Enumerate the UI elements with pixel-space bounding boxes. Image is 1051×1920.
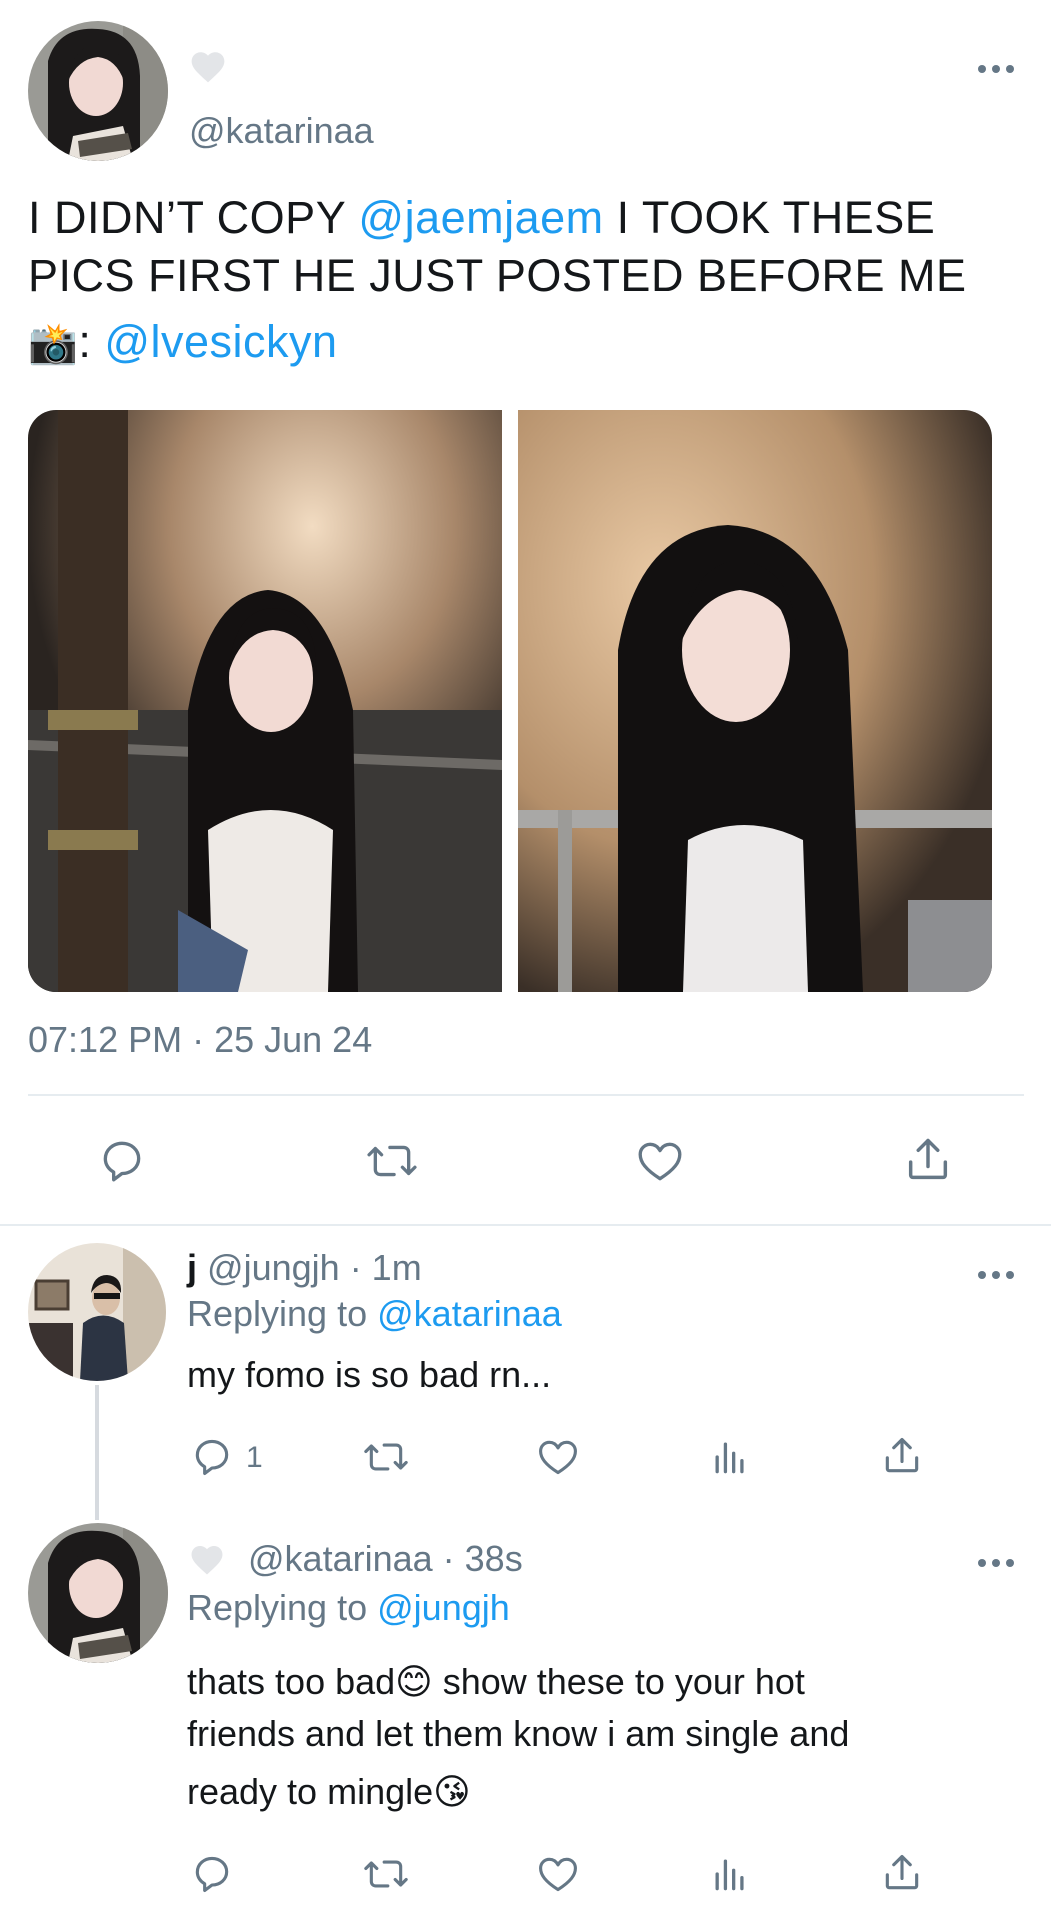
reply2-text-1a: thats too bad xyxy=(187,1661,396,1702)
replying-mention[interactable]: @katarinaa xyxy=(377,1293,562,1334)
camera-flash-emoji: 📸 xyxy=(28,322,79,366)
reply1-share-icon[interactable] xyxy=(880,1433,924,1479)
reply1-analytics-icon[interactable] xyxy=(708,1435,752,1479)
main-handle[interactable]: @katarinaa xyxy=(189,109,374,153)
mention-lvesickyn[interactable]: @lvesickyn xyxy=(104,316,337,367)
more-icon[interactable] xyxy=(976,54,1016,74)
reply2-heart-badge-icon xyxy=(188,1542,226,1576)
main-divider xyxy=(28,1094,1024,1096)
replying-prefix: Replying to xyxy=(187,1587,368,1628)
main-timestamp: 07:12 PM · 25 Jun 24 xyxy=(28,1019,373,1060)
main-tweet-text: I DIDN’T COPY @jaemjaem I TOOK THESE PIC… xyxy=(28,189,1028,305)
main-avatar[interactable] xyxy=(28,21,168,161)
reply1-display-name[interactable]: j xyxy=(187,1247,197,1288)
reply2-header: @katarinaa · 38s xyxy=(248,1537,523,1581)
reply1-time: · 1m xyxy=(349,1247,422,1288)
reply1-like-icon[interactable] xyxy=(536,1435,580,1479)
reply-icon[interactable] xyxy=(96,1136,148,1186)
like-icon[interactable] xyxy=(634,1136,686,1186)
tweet-photo-1[interactable] xyxy=(28,410,502,992)
kiss-emoji: 😘 xyxy=(433,1771,471,1812)
reply2-text-3: ready to mingle xyxy=(187,1771,434,1812)
credit-colon: : xyxy=(78,316,92,367)
reply1-avatar[interactable] xyxy=(28,1243,166,1381)
reply2-text-1b: show these to your hot xyxy=(432,1661,805,1702)
reply2-text: thats too bad😊 show these to your hot fr… xyxy=(187,1656,1037,1818)
tweet-photo-2[interactable] xyxy=(518,410,992,992)
reply2-share-icon[interactable] xyxy=(880,1850,924,1896)
tweet-text-part1: I DIDN’T COPY xyxy=(28,192,359,243)
reply1-text: my fomo is so bad rn... xyxy=(187,1354,552,1395)
smile-emoji: 😊 xyxy=(395,1661,433,1702)
share-icon[interactable] xyxy=(902,1134,954,1186)
reply1-header: j @jungjh · 1m xyxy=(187,1246,422,1290)
reply2-analytics-icon[interactable] xyxy=(708,1852,752,1896)
reply2-line3: ready to mingle😘 xyxy=(187,1766,1037,1818)
section-divider xyxy=(0,1224,1051,1226)
reply2-more-icon[interactable] xyxy=(976,1548,1016,1568)
thread-line xyxy=(95,1385,99,1520)
reply1-replying-to: Replying to @katarinaa xyxy=(187,1292,562,1336)
mention-jaemjaem[interactable]: @jaemjaem xyxy=(358,192,603,243)
reply2-time: · 38s xyxy=(442,1538,523,1579)
reply1-handle[interactable]: @jungjh xyxy=(207,1247,340,1288)
reply2-replying-to: Replying to @jungjh xyxy=(187,1586,510,1630)
reply1-reply-icon[interactable] xyxy=(190,1435,234,1479)
reply1-more-icon[interactable] xyxy=(976,1260,1016,1280)
reply2-like-icon[interactable] xyxy=(536,1852,580,1896)
reply1-reply-count: 1 xyxy=(246,1441,263,1474)
retweet-icon[interactable] xyxy=(364,1136,420,1186)
reply2-line1: thats too bad😊 show these to your hot xyxy=(187,1656,1037,1708)
photo-credit: 📸: @lvesickyn xyxy=(28,313,338,373)
reply2-handle[interactable]: @katarinaa xyxy=(248,1538,433,1579)
replying-mention[interactable]: @jungjh xyxy=(377,1587,510,1628)
reply1-retweet-icon[interactable] xyxy=(362,1435,410,1479)
reply2-line2: friends and let them know i am single an… xyxy=(187,1713,850,1754)
reply2-reply-icon[interactable] xyxy=(190,1852,234,1896)
replying-prefix: Replying to xyxy=(187,1293,368,1334)
reply2-retweet-icon[interactable] xyxy=(362,1852,410,1896)
heart-badge-icon xyxy=(188,48,228,84)
reply2-avatar[interactable] xyxy=(28,1523,168,1663)
